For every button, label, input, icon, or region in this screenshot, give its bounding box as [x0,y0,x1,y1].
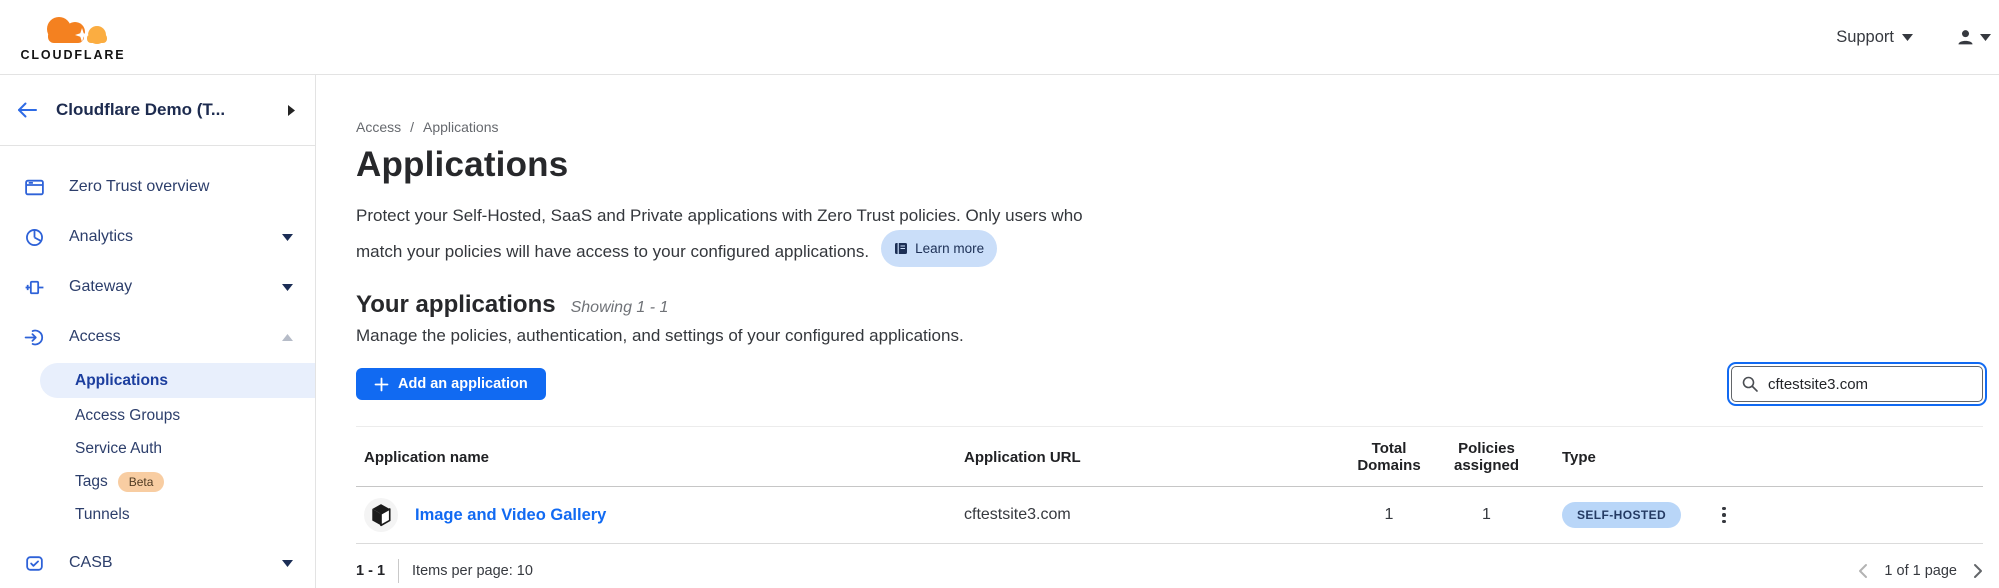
sidebar-item-label: CASB [69,554,113,572]
column-header-total-domains: Total Domains [1349,440,1429,474]
account-name: Cloudflare Demo (T... [56,100,288,120]
sidebar-item-casb[interactable]: CASB [0,538,315,588]
showing-count: Showing 1 - 1 [571,299,669,317]
column-header-type: Type [1544,449,1694,466]
sidebar-item-label: Tags [75,473,108,491]
sidebar-item-tunnels[interactable]: Tunnels [0,498,315,531]
policies-assigned-cell: 1 [1429,506,1544,524]
account-switcher[interactable]: Cloudflare Demo (T... [0,75,315,146]
sidebar-item-label: Access [69,328,121,346]
sidebar-item-analytics[interactable]: Analytics [0,212,315,262]
row-actions-kebab-icon[interactable] [1712,504,1736,527]
next-page-chevron-icon[interactable] [1973,563,1983,579]
search-box [1731,366,1983,402]
sidebar-item-label: Applications [75,372,168,390]
chevron-down-icon [1902,34,1913,41]
pagination: 1 of 1 page [1858,563,1983,579]
section-heading-row: Your applications Showing 1 - 1 [356,291,1983,319]
footer-divider [398,559,399,583]
sidebar-item-gateway[interactable]: Gateway [0,262,315,312]
column-header-application-url: Application URL [964,449,1349,466]
login-arrow-icon [24,327,45,348]
gateway-icon [24,277,45,298]
chevron-down-icon [1980,34,1991,41]
sidebar-item-access[interactable]: Access [0,312,315,362]
chevron-down-icon [282,284,293,291]
add-application-label: Add an application [398,376,528,392]
sidebar-item-zero-trust-overview[interactable]: Zero Trust overview [0,162,315,212]
page-description: Protect your Self-Hosted, SaaS and Priva… [356,201,1983,267]
main-content: Access / Applications Applications Prote… [316,75,1999,588]
sidebar-item-label: Service Auth [75,440,162,458]
total-domains-cell: 1 [1349,506,1429,524]
chevron-right-icon[interactable] [288,105,295,116]
breadcrumb: Access / Applications [356,119,1983,135]
sidebar-item-service-auth[interactable]: Service Auth [0,432,315,465]
cloudflare-wordmark: CLOUDFLARE [20,48,125,62]
table-header-row: Application name Application URL Total D… [356,426,1983,487]
chevron-down-icon [282,234,293,241]
topbar: CLOUDFLARE Support [0,0,1999,75]
sidebar-item-access-groups[interactable]: Access Groups [0,399,315,432]
sidebar-item-applications[interactable]: Applications [40,363,315,398]
learn-more-label: Learn more [915,234,984,263]
sidebar-item-tags[interactable]: Tags Beta [0,465,315,498]
pie-chart-icon [24,227,45,248]
sidebar-item-label: Analytics [69,228,133,246]
sidebar-nav: Zero Trust overview Analytics Gateway [0,146,315,588]
description-line: Protect your Self-Hosted, SaaS and Priva… [356,201,1983,230]
chevron-up-icon [282,334,293,341]
sidebar-item-label: Tunnels [75,506,130,524]
applications-table: Application name Application URL Total D… [356,426,1983,583]
application-name-link[interactable]: Image and Video Gallery [415,506,606,525]
plus-icon [374,377,389,392]
page-indicator: 1 of 1 page [1884,563,1957,579]
book-icon [894,242,908,255]
application-url-cell: cftestsite3.com [964,506,1349,524]
table-footer: 1 - 1 Items per page: 10 1 of 1 page [356,544,1983,583]
breadcrumb-applications: Applications [423,119,499,135]
section-subtext: Manage the policies, authentication, and… [356,326,1983,346]
beta-badge: Beta [118,472,165,492]
previous-page-chevron-icon[interactable] [1858,563,1868,579]
window-icon [24,177,45,198]
type-badge: SELF-HOSTED [1562,502,1681,528]
row-range: 1 - 1 [356,563,385,579]
casb-check-icon [24,553,45,574]
add-application-button[interactable]: Add an application [356,368,546,400]
support-menu[interactable]: Support [1836,28,1913,47]
column-header-application-name: Application name [356,449,964,466]
back-arrow-icon[interactable] [16,101,38,119]
user-menu[interactable] [1957,29,1991,46]
search-input[interactable] [1731,366,1983,402]
column-header-policies-assigned: Policies assigned [1429,440,1544,474]
learn-more-button[interactable]: Learn more [881,230,997,267]
user-icon [1957,29,1974,46]
breadcrumb-access[interactable]: Access [356,119,401,135]
breadcrumb-divider: / [410,119,414,135]
section-title: Your applications [356,291,556,319]
sidebar: Cloudflare Demo (T... Zero Trust overvie… [0,75,316,588]
chevron-down-icon [282,560,293,567]
page-title: Applications [356,145,1983,185]
app-root: CLOUDFLARE Support Cloudflare [0,0,1999,588]
support-label: Support [1836,28,1894,47]
sidebar-item-label: Gateway [69,278,132,296]
cloudflare-logo[interactable]: CLOUDFLARE [14,13,132,62]
cube-icon [370,503,392,527]
sidebar-item-label: Zero Trust overview [69,178,209,196]
description-line: match your policies will have access to … [356,242,869,261]
cloudflare-cloud-icon [21,13,125,47]
sidebar-item-label: Access Groups [75,407,180,425]
toolbar: Add an application [356,366,1983,402]
application-icon-wrap [364,498,398,532]
table-row: Image and Video Gallery cftestsite3.com … [356,487,1983,544]
topbar-right: Support [1836,28,1991,47]
items-per-page[interactable]: Items per page: 10 [412,563,533,579]
